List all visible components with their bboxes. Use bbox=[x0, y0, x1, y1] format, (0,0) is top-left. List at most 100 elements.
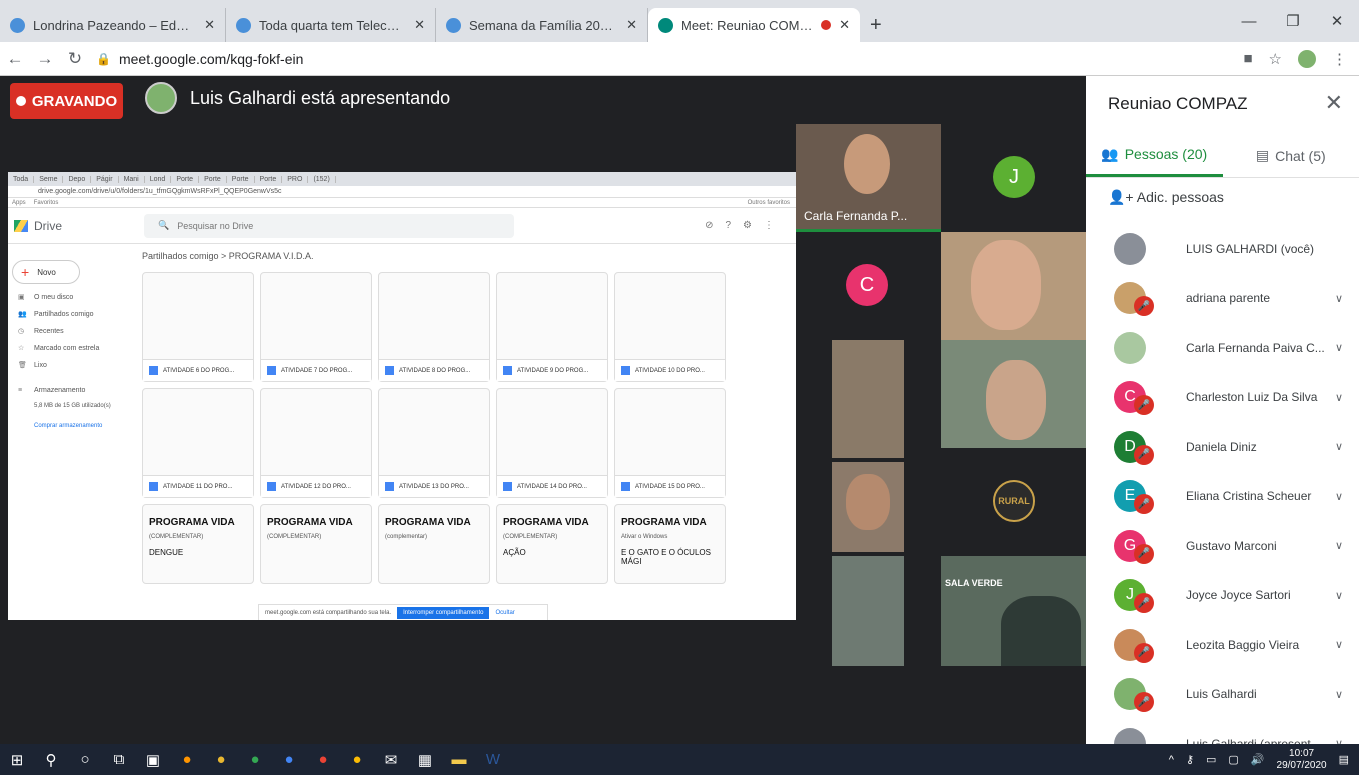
word-icon[interactable]: W bbox=[476, 751, 510, 768]
browser-tab-active[interactable]: Meet: Reuniao COMPAZ ✕ bbox=[648, 8, 860, 42]
mic-muted-icon: 🎤 bbox=[1134, 692, 1154, 713]
sidebar-item: 🗑 Lixo bbox=[18, 362, 47, 369]
video-tile-carla[interactable]: Carla Fernanda P... bbox=[796, 124, 941, 232]
participant-row[interactable]: J 🎤 Joyce Joyce Sartori ∨ bbox=[1086, 571, 1359, 621]
breadcrumb: Partilhados comigo > PROGRAMA V.I.D.A. bbox=[142, 251, 314, 261]
back-arrow-icon[interactable]: ← bbox=[0, 49, 30, 69]
cortana-icon[interactable]: ○ bbox=[68, 751, 102, 768]
store-icon[interactable]: ▣ bbox=[136, 751, 170, 769]
video-tile-j[interactable]: J bbox=[941, 124, 1086, 232]
task-view-icon[interactable]: ⧉ bbox=[102, 751, 136, 768]
presenting-banner: Luis Galhardi está apresentando bbox=[190, 88, 451, 108]
camera-icon[interactable]: ■ bbox=[1243, 50, 1252, 67]
search-icon[interactable]: ⚲ bbox=[34, 751, 68, 769]
url-field[interactable]: 🔒 meet.google.com/kqg-fokf-ein bbox=[96, 51, 303, 67]
participant-row[interactable]: 🎤 Leozita Baggio Vieira ∨ bbox=[1086, 620, 1359, 670]
close-tab-icon[interactable]: ✕ bbox=[204, 17, 215, 33]
video-tile-c[interactable]: C bbox=[796, 232, 941, 340]
shared-screen: Toda Seme Depo Págir Mani Lond Porte Porte Porte… bbox=[8, 172, 796, 620]
minimize-icon[interactable]: — bbox=[1227, 13, 1271, 30]
chevron-down-icon[interactable]: ∨ bbox=[1335, 688, 1343, 701]
chrome-icon[interactable]: ● bbox=[340, 751, 374, 768]
chevron-down-icon[interactable]: ∨ bbox=[1335, 440, 1343, 453]
video-tile-participant[interactable] bbox=[832, 340, 904, 458]
chevron-down-icon[interactable]: ∨ bbox=[1335, 589, 1343, 602]
windows-start-icon[interactable]: ⊞ bbox=[0, 751, 34, 769]
chevron-down-icon[interactable]: ∨ bbox=[1335, 490, 1343, 503]
participant-row[interactable]: 🎤 adriana parente ∨ bbox=[1086, 274, 1359, 324]
forward-arrow-icon[interactable]: → bbox=[30, 49, 60, 69]
browser-menu-icon[interactable]: ⋮ bbox=[1332, 50, 1347, 68]
browser-tab[interactable]: Londrina Pazeando – Educar para✕ bbox=[0, 8, 226, 42]
participant-row[interactable]: 🎤 Luis Galhardi ∨ bbox=[1086, 670, 1359, 720]
search-icon: 🔍 bbox=[158, 220, 170, 230]
close-window-icon[interactable]: ✕ bbox=[1315, 12, 1359, 30]
video-tile-participant[interactable] bbox=[832, 462, 904, 552]
participant-row[interactable]: LUIS GALHARDI (você) bbox=[1086, 224, 1359, 274]
participant-row[interactable]: D 🎤 Daniela Diniz ∨ bbox=[1086, 422, 1359, 472]
volume-icon[interactable]: 🔊 bbox=[1251, 753, 1265, 766]
add-people-button[interactable]: 👤+ Adic. pessoas bbox=[1108, 189, 1224, 206]
avatar: 🎤 bbox=[1114, 628, 1154, 663]
firefox-icon[interactable]: ● bbox=[170, 751, 204, 768]
participant-row[interactable]: C 🎤 Charleston Luiz Da Silva ∨ bbox=[1086, 373, 1359, 423]
participant-name: Eliana Cristina Scheuer bbox=[1186, 489, 1312, 504]
video-tile-rural[interactable]: RURAL bbox=[941, 448, 1086, 556]
profile-avatar[interactable] bbox=[1298, 49, 1316, 68]
chevron-down-icon[interactable]: ∨ bbox=[1335, 638, 1343, 651]
close-tab-icon[interactable]: ✕ bbox=[626, 17, 637, 33]
meet-favicon-icon bbox=[658, 17, 673, 33]
new-tab-icon[interactable]: + bbox=[860, 8, 892, 42]
mic-muted-icon: 🎤 bbox=[1134, 296, 1154, 317]
chevron-down-icon[interactable]: ∨ bbox=[1335, 292, 1343, 305]
chevron-down-icon[interactable]: ∨ bbox=[1335, 539, 1343, 552]
browser-tab[interactable]: Semana da Família 2020 – Londri✕ bbox=[436, 8, 648, 42]
chrome-icon[interactable]: ● bbox=[272, 751, 306, 768]
close-tab-icon[interactable]: ✕ bbox=[839, 17, 850, 33]
doc-icon bbox=[385, 482, 394, 491]
shared-icon: 👥 bbox=[18, 311, 27, 318]
drive-header: Drive 🔍 Pesquisar no Drive ⊘?⚙⋮ bbox=[8, 208, 796, 244]
video-tile-participant[interactable]: SALA VERDE bbox=[941, 556, 1086, 666]
screen-share-notice: meet.google.com está compartilhando sua … bbox=[258, 604, 548, 620]
doc-preview-card: PROGRAMA VIDA (COMPLEMENTAR) bbox=[260, 504, 372, 584]
chevron-up-icon[interactable]: ^ bbox=[1169, 754, 1174, 766]
calculator-icon[interactable]: ▦ bbox=[408, 751, 442, 769]
plus-icon: + bbox=[21, 264, 30, 280]
sidebar-item: ◷ Recentes bbox=[18, 328, 64, 335]
address-bar: ← → ↻ 🔒 meet.google.com/kqg-fokf-ein ■ ☆… bbox=[0, 42, 1359, 76]
mic-muted-icon: 🎤 bbox=[1134, 395, 1154, 416]
usb-icon[interactable]: ⚷ bbox=[1186, 753, 1194, 766]
network-icon[interactable]: ▭ bbox=[1206, 753, 1216, 766]
site-favicon-icon bbox=[10, 17, 25, 33]
participant-name: LUIS GALHARDI (você) bbox=[1186, 241, 1315, 256]
windows-taskbar: ⊞ ⚲ ○ ⧉ ▣ ● ● ● ● ● ● ✉ ▦ ▬ W ^ ⚷ ▭ ▢ 🔊 … bbox=[0, 744, 1359, 775]
video-tile-participant[interactable] bbox=[832, 556, 904, 666]
video-tile-participant[interactable] bbox=[941, 340, 1086, 448]
system-clock[interactable]: 10:07 29/07/2020 bbox=[1277, 748, 1327, 772]
reload-icon[interactable]: ↻ bbox=[60, 49, 90, 69]
participant-name: Charleston Luiz Da Silva bbox=[1186, 390, 1318, 405]
participant-row[interactable]: G 🎤 Gustavo Marconi ∨ bbox=[1086, 521, 1359, 571]
mail-icon[interactable]: ✉ bbox=[374, 751, 408, 769]
chevron-down-icon[interactable]: ∨ bbox=[1335, 391, 1343, 404]
chrome-icon[interactable]: ● bbox=[306, 751, 340, 768]
tab-chat[interactable]: ▤ Chat (5) bbox=[1223, 134, 1359, 177]
chevron-down-icon[interactable]: ∨ bbox=[1335, 341, 1343, 354]
video-tile-participant[interactable] bbox=[941, 232, 1086, 340]
notifications-icon[interactable]: ▤ bbox=[1339, 753, 1349, 766]
sidebar-item: ☆ Marcado com estrela bbox=[18, 345, 100, 352]
participant-video bbox=[1001, 596, 1081, 666]
tab-people[interactable]: 👥 Pessoas (20) bbox=[1086, 134, 1223, 177]
bookmark-star-icon[interactable]: ☆ bbox=[1269, 50, 1282, 68]
close-tab-icon[interactable]: ✕ bbox=[414, 17, 425, 33]
participant-row[interactable]: E 🎤 Eliana Cristina Scheuer ∨ bbox=[1086, 472, 1359, 522]
chrome-icon[interactable]: ● bbox=[204, 751, 238, 768]
chrome-icon[interactable]: ● bbox=[238, 751, 272, 768]
participant-row[interactable]: Carla Fernanda Paiva C... ∨ bbox=[1086, 323, 1359, 373]
browser-tab[interactable]: Toda quarta tem Teleconferência✕ bbox=[226, 8, 436, 42]
file-explorer-icon[interactable]: ▬ bbox=[442, 751, 476, 768]
display-icon[interactable]: ▢ bbox=[1228, 753, 1238, 766]
close-panel-icon[interactable]: ✕ bbox=[1325, 90, 1343, 116]
maximize-icon[interactable]: ❐ bbox=[1271, 12, 1315, 30]
